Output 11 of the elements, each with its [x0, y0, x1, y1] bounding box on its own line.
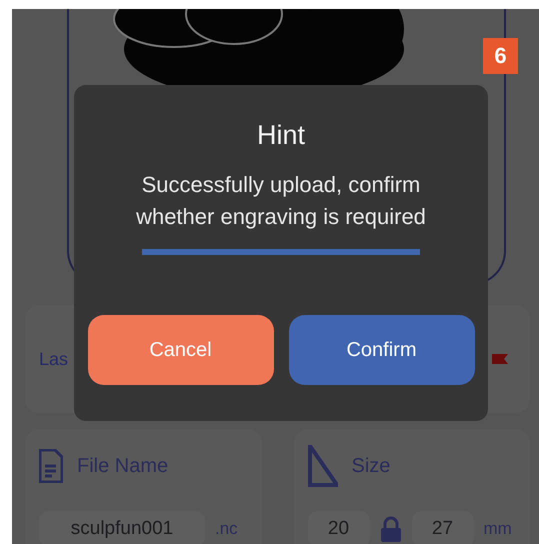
- confirm-button[interactable]: Confirm: [288, 315, 474, 385]
- document-icon: [39, 449, 63, 483]
- dialog-title: Hint: [256, 120, 305, 151]
- height-field[interactable]: 27: [412, 511, 474, 544]
- cancel-button[interactable]: Cancel: [88, 315, 274, 385]
- file-name-field[interactable]: sculpfun001: [39, 511, 205, 544]
- flag-icon: [492, 354, 508, 364]
- dialog-message: Successfully upload, confirm whether engraving is required: [135, 171, 427, 231]
- lock-icon[interactable]: [380, 516, 402, 542]
- width-field[interactable]: 20: [308, 511, 370, 544]
- step-badge: 6: [483, 38, 518, 74]
